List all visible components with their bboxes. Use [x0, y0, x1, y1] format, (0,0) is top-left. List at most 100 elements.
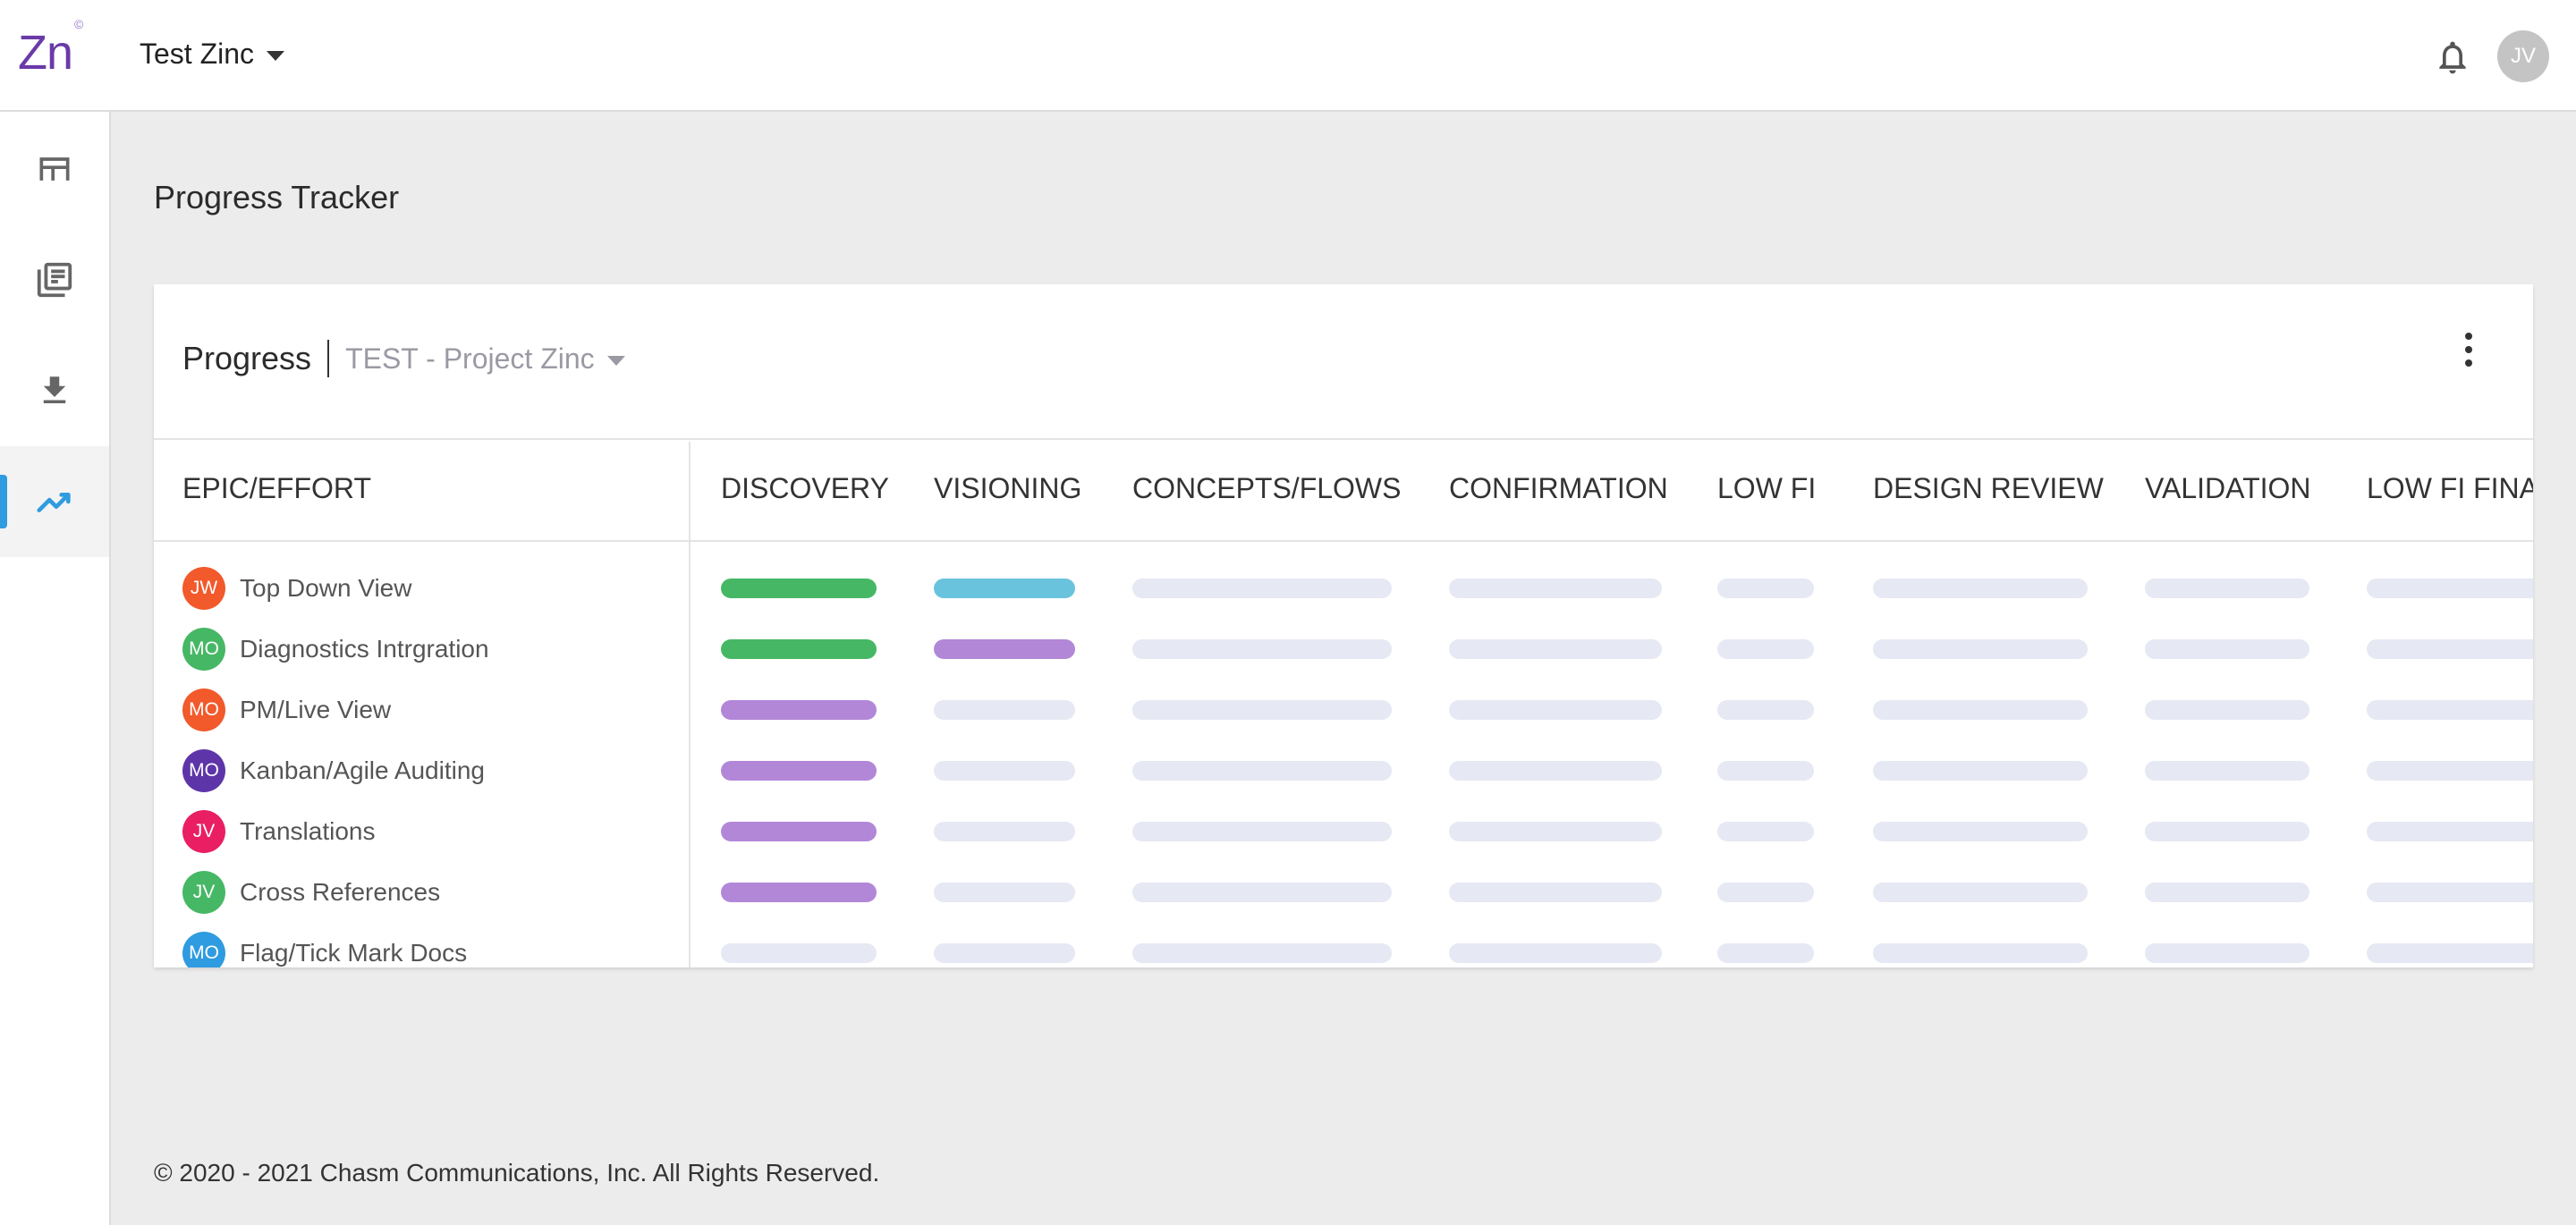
column-header-stage: LOW FI FINA	[2367, 472, 2533, 504]
avatar: JV	[182, 871, 225, 914]
stage-progress-bar[interactable]	[1132, 700, 1392, 720]
project-name: TEST - Project Zinc	[345, 342, 595, 375]
stage-progress-bar[interactable]	[721, 700, 877, 720]
epic-row[interactable]: JV Translations	[182, 810, 375, 853]
stage-progress-bar[interactable]	[1132, 943, 1392, 963]
stage-progress-bar[interactable]	[1132, 639, 1392, 659]
download-icon	[43, 376, 66, 403]
stage-progress-bar[interactable]	[1132, 883, 1392, 902]
stage-progress-bar[interactable]	[1873, 579, 2088, 598]
stage-progress-bar[interactable]	[934, 639, 1075, 659]
stage-progress-bar[interactable]	[1132, 761, 1392, 781]
stage-progress-bar[interactable]	[1873, 943, 2088, 963]
stage-progress-bar[interactable]	[2145, 579, 2309, 598]
avatar: JV	[182, 810, 225, 853]
epic-name: Translations	[240, 817, 376, 845]
stage-progress-bar[interactable]	[934, 943, 1075, 963]
epic-row[interactable]: JW Top Down View	[182, 567, 411, 610]
column-header-stage: DESIGN REVIEW	[1873, 472, 2104, 504]
stage-progress-bar[interactable]	[2145, 639, 2309, 659]
title-divider	[327, 340, 330, 377]
avatar: JW	[182, 567, 225, 610]
app-logo[interactable]: Zn©	[18, 17, 83, 80]
logo-mark: ©	[74, 17, 83, 31]
stage-progress-bar[interactable]	[1717, 579, 1814, 598]
avatar: MO	[182, 932, 225, 967]
stage-progress-bar[interactable]	[1132, 579, 1392, 598]
stage-progress-bar[interactable]	[2367, 822, 2533, 841]
stage-progress-bar[interactable]	[1449, 700, 1662, 720]
sidebar-item-download[interactable]	[0, 335, 109, 446]
stage-progress-bar[interactable]	[2145, 883, 2309, 902]
stage-progress-bar[interactable]	[934, 822, 1075, 841]
column-header-stage: DISCOVERY	[721, 472, 889, 504]
epic-name: Diagnostics Intrgration	[240, 635, 489, 663]
more-options-icon[interactable]	[2460, 327, 2478, 372]
sidebar-item-dashboard[interactable]	[0, 114, 109, 224]
stage-progress-bar[interactable]	[1449, 822, 1662, 841]
epic-row[interactable]: MO Diagnostics Intrgration	[182, 628, 489, 671]
stage-progress-bar[interactable]	[934, 579, 1075, 598]
epic-name: Kanban/Agile Auditing	[240, 756, 485, 784]
stage-progress-bar[interactable]	[934, 700, 1075, 720]
stage-progress-bar[interactable]	[2145, 700, 2309, 720]
org-selector[interactable]: Test Zinc	[140, 38, 285, 71]
stage-progress-bar[interactable]	[2367, 700, 2533, 720]
dashboard-icon	[39, 157, 70, 181]
stage-progress-bar[interactable]	[2367, 579, 2533, 598]
stage-progress-bar[interactable]	[1449, 579, 1662, 598]
stage-progress-bar[interactable]	[2145, 943, 2309, 963]
stage-progress-bar[interactable]	[1873, 639, 2088, 659]
stage-progress-bar[interactable]	[2145, 761, 2309, 781]
stage-progress-bar[interactable]	[1717, 761, 1814, 781]
stage-progress-bar[interactable]	[1873, 883, 2088, 902]
epic-row[interactable]: MO Kanban/Agile Auditing	[182, 749, 485, 792]
stage-progress-bar[interactable]	[2145, 822, 2309, 841]
epic-row[interactable]: JV Cross References	[182, 871, 440, 914]
stage-progress-bar[interactable]	[934, 883, 1075, 902]
stage-progress-bar[interactable]	[1717, 700, 1814, 720]
stage-progress-bar[interactable]	[1717, 822, 1814, 841]
epic-row[interactable]: MO PM/Live View	[182, 689, 391, 731]
stage-progress-bar[interactable]	[1449, 761, 1662, 781]
column-header-stage: CONCEPTS/FLOWS	[1132, 472, 1402, 504]
logo-text: Zn	[18, 26, 73, 80]
stage-progress-bar[interactable]	[1873, 822, 2088, 841]
avatar: MO	[182, 689, 225, 731]
sidebar	[0, 112, 111, 1225]
page-title: Progress Tracker	[154, 179, 400, 215]
stage-progress-bar[interactable]	[1449, 639, 1662, 659]
stage-progress-bar[interactable]	[1449, 943, 1662, 963]
stage-progress-bar[interactable]	[1717, 639, 1814, 659]
stage-progress-bar[interactable]	[721, 761, 877, 781]
org-name: Test Zinc	[140, 38, 255, 70]
stage-progress-bar[interactable]	[2367, 761, 2533, 781]
stage-progress-bar[interactable]	[1873, 761, 2088, 781]
stage-progress-bar[interactable]	[721, 639, 877, 659]
user-avatar[interactable]: JV	[2497, 30, 2549, 82]
sidebar-item-library[interactable]	[0, 224, 109, 335]
bell-icon[interactable]	[2433, 38, 2472, 77]
stage-progress-bar[interactable]	[2367, 943, 2533, 963]
stage-progress-bar[interactable]	[1449, 883, 1662, 902]
stage-progress-bar[interactable]	[1132, 822, 1392, 841]
epic-name: Flag/Tick Mark Docs	[240, 939, 468, 967]
avatar: MO	[182, 628, 225, 671]
stage-progress-bar[interactable]	[1717, 883, 1814, 902]
card-title: Progress TEST - Project Zinc	[182, 340, 625, 377]
stage-progress-bar[interactable]	[721, 579, 877, 598]
epic-row[interactable]: MO Flag/Tick Mark Docs	[182, 932, 467, 967]
stage-progress-bar[interactable]	[721, 883, 877, 902]
stage-progress-bar[interactable]	[1717, 943, 1814, 963]
chevron-down-icon	[606, 355, 625, 366]
stage-progress-bar[interactable]	[721, 822, 877, 841]
stage-progress-bar[interactable]	[1873, 700, 2088, 720]
project-selector[interactable]: TEST - Project Zinc	[345, 342, 625, 376]
sidebar-item-progress[interactable]	[0, 446, 109, 557]
stage-progress-bar[interactable]	[2367, 883, 2533, 902]
column-header-stage: CONFIRMATION	[1449, 472, 1668, 504]
stage-progress-bar[interactable]	[934, 761, 1075, 781]
stage-progress-bar[interactable]	[2367, 639, 2533, 659]
column-header-epic: EPIC/EFFORT	[182, 472, 371, 504]
stage-progress-bar[interactable]	[721, 943, 877, 963]
